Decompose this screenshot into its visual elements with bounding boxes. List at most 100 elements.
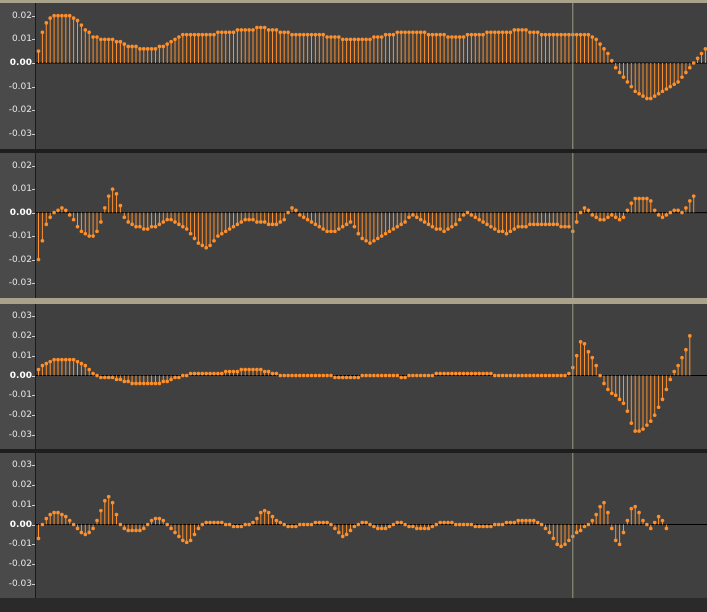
sample-point[interactable]	[142, 381, 146, 386]
sample-point[interactable]	[95, 373, 99, 378]
sample-point[interactable]	[352, 37, 357, 42]
sample-point[interactable]	[208, 32, 212, 37]
sample-point[interactable]	[313, 373, 318, 378]
sample-point[interactable]	[290, 373, 294, 378]
sample-point[interactable]	[317, 373, 322, 378]
sample-point[interactable]	[551, 32, 556, 37]
sample-point[interactable]	[91, 35, 95, 39]
sample-point[interactable]	[243, 217, 247, 222]
sample-point[interactable]	[621, 530, 626, 535]
sample-point[interactable]	[606, 387, 610, 392]
sample-point[interactable]	[204, 245, 208, 250]
sample-point[interactable]	[56, 510, 60, 515]
sample-point[interactable]	[79, 229, 84, 234]
sample-point[interactable]	[504, 373, 509, 378]
sample-point[interactable]	[418, 217, 423, 222]
sample-point[interactable]	[516, 373, 520, 378]
sample-point[interactable]	[348, 37, 353, 42]
sample-point[interactable]	[36, 536, 41, 541]
sample-point[interactable]	[485, 30, 489, 35]
sample-point[interactable]	[165, 522, 169, 527]
sample-point[interactable]	[48, 215, 52, 220]
sample-point[interactable]	[477, 217, 482, 222]
sample-point[interactable]	[450, 520, 454, 525]
sample-point[interactable]	[208, 371, 212, 376]
sample-point[interactable]	[598, 217, 602, 222]
sample-point[interactable]	[652, 94, 657, 98]
sample-point[interactable]	[95, 35, 99, 39]
sample-point[interactable]	[348, 375, 353, 380]
sample-point[interactable]	[188, 32, 193, 37]
sample-point[interactable]	[184, 540, 189, 545]
sample-point[interactable]	[524, 373, 528, 378]
sample-point[interactable]	[118, 522, 123, 527]
sample-point[interactable]	[559, 373, 563, 378]
sample-point[interactable]	[317, 224, 322, 229]
sample-point[interactable]	[563, 373, 567, 378]
sample-point[interactable]	[48, 16, 52, 20]
sample-point[interactable]	[613, 215, 618, 220]
sample-point[interactable]	[301, 215, 306, 220]
sample-point[interactable]	[434, 32, 439, 37]
sample-point[interactable]	[71, 217, 76, 222]
sample-point[interactable]	[169, 217, 173, 222]
sample-point[interactable]	[668, 210, 673, 215]
sample-point[interactable]	[668, 377, 673, 382]
sample-point[interactable]	[223, 229, 228, 234]
sample-point[interactable]	[543, 32, 548, 37]
sample-point[interactable]	[71, 16, 76, 20]
sample-point[interactable]	[118, 377, 123, 382]
sample-point[interactable]	[216, 371, 220, 376]
sample-point[interactable]	[617, 217, 622, 222]
sample-point[interactable]	[122, 526, 127, 531]
sample-point[interactable]	[103, 375, 107, 380]
sample-point[interactable]	[493, 522, 497, 527]
sample-point[interactable]	[516, 518, 520, 523]
sample-point[interactable]	[223, 369, 228, 374]
sample-point[interactable]	[594, 37, 598, 42]
sample-point[interactable]	[672, 208, 676, 213]
sample-point[interactable]	[103, 37, 107, 42]
sample-point[interactable]	[60, 13, 64, 18]
sample-point[interactable]	[75, 18, 80, 23]
sample-point[interactable]	[446, 520, 450, 525]
sample-point[interactable]	[340, 37, 345, 42]
sample-point[interactable]	[590, 518, 595, 523]
sample-point[interactable]	[220, 231, 224, 236]
sample-point[interactable]	[48, 512, 52, 517]
sample-point[interactable]	[598, 42, 602, 46]
sample-point[interactable]	[200, 243, 205, 248]
sample-point[interactable]	[184, 373, 189, 378]
sample-point[interactable]	[106, 375, 111, 380]
sample-point[interactable]	[286, 30, 290, 35]
sample-point[interactable]	[426, 373, 431, 378]
sample-point[interactable]	[582, 341, 587, 346]
sample-point[interactable]	[255, 516, 259, 521]
sample-point[interactable]	[633, 89, 637, 94]
sample-point[interactable]	[535, 30, 540, 35]
sample-point[interactable]	[457, 522, 462, 527]
sample-point[interactable]	[337, 530, 341, 535]
sample-point[interactable]	[266, 28, 271, 32]
sample-point[interactable]	[344, 532, 349, 537]
sample-point[interactable]	[430, 224, 435, 229]
sample-point[interactable]	[688, 199, 692, 203]
sample-point[interactable]	[169, 39, 173, 44]
sample-point[interactable]	[633, 196, 637, 201]
sample-point[interactable]	[489, 30, 493, 35]
sample-point[interactable]	[613, 65, 618, 70]
sample-point[interactable]	[516, 224, 520, 229]
sample-point[interactable]	[270, 222, 275, 227]
sample-point[interactable]	[301, 32, 306, 37]
sample-point[interactable]	[422, 220, 427, 224]
sample-point[interactable]	[99, 375, 103, 380]
sample-point[interactable]	[664, 387, 669, 392]
sample-point[interactable]	[395, 520, 400, 525]
sample-point[interactable]	[348, 528, 353, 533]
sample-point[interactable]	[126, 528, 130, 533]
sample-point[interactable]	[114, 192, 119, 196]
sample-point[interactable]	[602, 47, 606, 51]
sample-point[interactable]	[637, 91, 641, 96]
sample-point[interactable]	[56, 357, 60, 362]
sample-point[interactable]	[415, 30, 419, 35]
